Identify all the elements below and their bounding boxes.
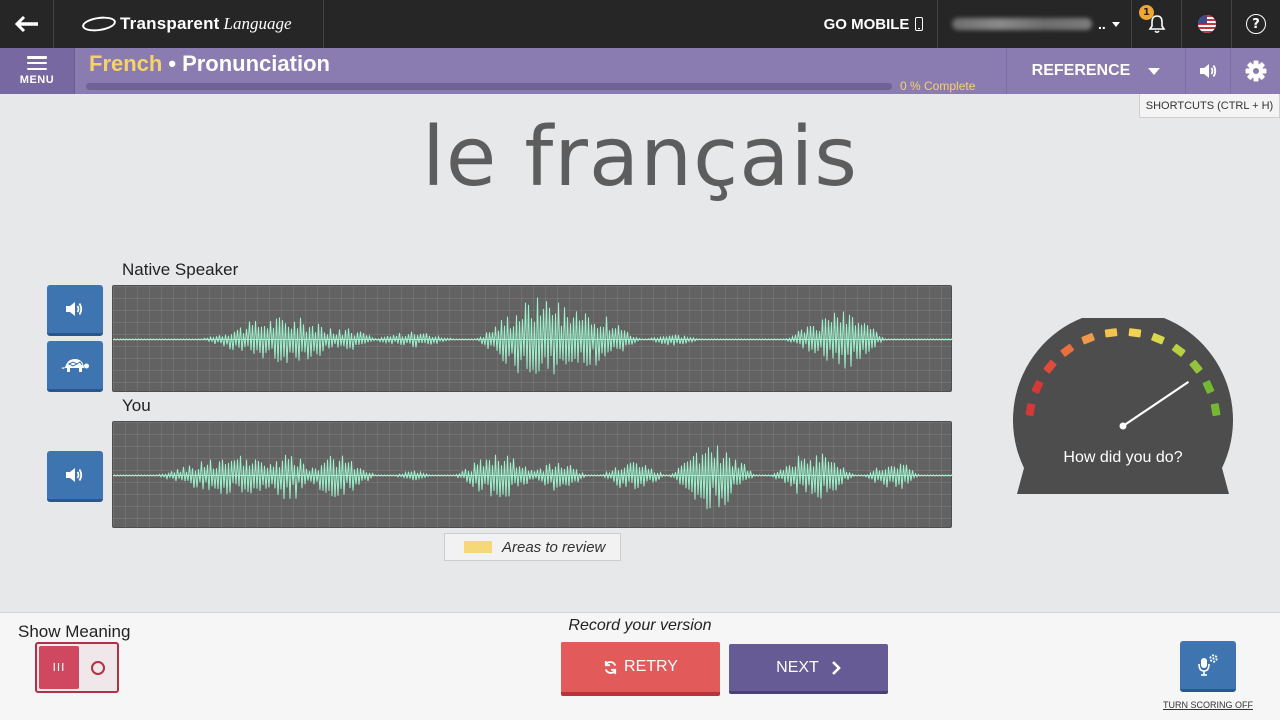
speaker-icon: [66, 468, 83, 482]
arrow-left-icon: [14, 16, 38, 32]
progress-bar: [86, 83, 892, 90]
mic-settings-icon: [1198, 654, 1218, 676]
native-speaker-label: Native Speaker: [122, 260, 239, 279]
brand-name: Transparent: [120, 14, 220, 33]
gear-icon: [1245, 60, 1266, 82]
gauge-body: [1013, 318, 1233, 494]
speaker-icon: [1200, 64, 1217, 78]
refresh-icon: [604, 660, 617, 674]
notification-count-badge: 1: [1139, 5, 1154, 20]
play-native-button[interactable]: [47, 285, 103, 336]
settings-button[interactable]: [1231, 48, 1280, 94]
phone-icon: [915, 17, 924, 31]
language-flag-button[interactable]: [1182, 0, 1232, 48]
your-waveform: [112, 421, 953, 528]
back-button[interactable]: [0, 0, 54, 48]
retry-label: RETRY: [624, 658, 678, 675]
target-word: le français: [422, 110, 858, 205]
activity-name: Pronunciation: [182, 51, 330, 76]
progress-text: 0 % Complete: [900, 79, 976, 93]
waveform-trace: [113, 297, 953, 375]
menu-label: MENU: [19, 74, 55, 86]
retry-button[interactable]: RETRY: [561, 642, 720, 696]
native-waveform-graph: [113, 297, 953, 375]
top-bar: Transparent Language GO MOBILE .. 1 ?: [0, 0, 1280, 48]
toggle-on-indicator: III: [39, 646, 79, 689]
reference-label: REFERENCE: [1031, 62, 1131, 79]
play-recording-button[interactable]: [47, 451, 103, 502]
legend-label: Areas to review: [502, 538, 606, 556]
gauge-needle-hub: [1119, 422, 1127, 430]
turtle-icon: [61, 359, 89, 372]
your-waveform-graph: [113, 445, 953, 510]
title-separator: •: [168, 51, 177, 76]
legend-swatch: [464, 541, 492, 553]
scoring-settings-button[interactable]: [1180, 641, 1236, 692]
go-mobile-label: GO MOBILE: [823, 15, 910, 33]
user-menu[interactable]: ..: [938, 0, 1132, 48]
user-name-redacted: [952, 18, 1092, 30]
logo-swoosh-icon: [81, 14, 117, 34]
reference-dropdown[interactable]: REFERENCE: [1006, 48, 1186, 94]
next-label: NEXT: [776, 658, 819, 676]
score-gauge: [1013, 318, 1233, 494]
gauge-segment: [1128, 328, 1142, 338]
gauge-prompt: How did you do?: [1063, 449, 1183, 466]
caret-down-icon: [1148, 67, 1161, 75]
waveform-trace: [113, 445, 953, 510]
sound-toggle-button[interactable]: [1186, 48, 1231, 94]
user-name-ellipsis: ..: [1098, 16, 1106, 32]
next-button[interactable]: NEXT: [729, 644, 888, 694]
brand-name-italic: Language: [223, 14, 292, 33]
turn-scoring-off-link[interactable]: TURN SCORING OFF: [1140, 700, 1276, 710]
caret-down-icon: [1111, 21, 1120, 27]
you-label: You: [122, 396, 151, 415]
help-icon: ?: [1246, 14, 1266, 34]
chevron-right-icon: [831, 660, 841, 675]
areas-to-review-legend: Areas to review: [444, 533, 621, 561]
show-meaning-label: Show Meaning: [18, 622, 131, 641]
help-button[interactable]: ?: [1232, 0, 1280, 48]
menu-button[interactable]: MENU: [0, 48, 75, 94]
play-slow-button[interactable]: [47, 341, 103, 392]
gauge-segment: [1104, 328, 1118, 338]
toggle-off-indicator: [91, 661, 105, 675]
show-meaning-toggle[interactable]: III: [35, 642, 119, 693]
go-mobile-button[interactable]: GO MOBILE: [810, 0, 938, 48]
hamburger-icon: [27, 56, 47, 70]
native-waveform: [112, 285, 953, 392]
notifications-button[interactable]: 1: [1132, 0, 1182, 48]
page-title: French • Pronunciation: [89, 51, 330, 77]
lesson-header: MENU French • Pronunciation 0 % Complete R…: [0, 48, 1280, 94]
speaker-icon: [66, 302, 83, 316]
language-name: French: [89, 51, 163, 76]
brand-logo[interactable]: Transparent Language: [54, 0, 324, 48]
record-prompt: Record your version: [568, 617, 712, 634]
us-flag-icon: [1197, 15, 1216, 33]
